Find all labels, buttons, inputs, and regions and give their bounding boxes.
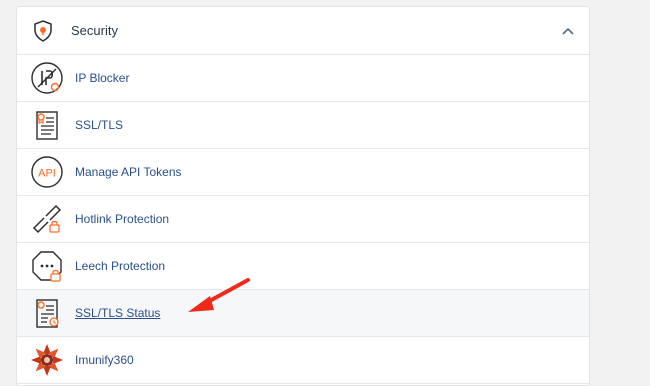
item-label: Imunify360 (75, 353, 134, 367)
hotlink-icon (29, 201, 65, 237)
security-panel: Security IP Blocker SSL/TLS API Manage A… (16, 6, 590, 386)
annotation-arrow-icon (188, 278, 250, 312)
item-label: Hotlink Protection (75, 212, 170, 226)
item-manage-api-tokens[interactable]: API Manage API Tokens (17, 149, 589, 196)
item-ssl-tls-status[interactable]: SSL/TLS Status (17, 290, 589, 337)
item-ip-blocker[interactable]: IP Blocker (17, 55, 589, 102)
svg-text:API: API (38, 168, 56, 180)
api-icon: API (29, 154, 65, 190)
item-label: IP Blocker (75, 71, 130, 85)
item-leech-protection[interactable]: Leech Protection (17, 243, 589, 290)
certificate-icon (29, 107, 65, 143)
certificate-status-icon (29, 295, 65, 331)
ip-blocker-icon (29, 60, 65, 96)
item-label: SSL/TLS (75, 118, 124, 132)
item-ssl-tls[interactable]: SSL/TLS (17, 102, 589, 149)
item-label: SSL/TLS Status (75, 306, 161, 320)
section-header[interactable]: Security (17, 7, 589, 55)
imunify-icon (29, 342, 65, 378)
shield-icon (31, 19, 55, 43)
item-label: Manage API Tokens (75, 165, 182, 179)
section-title: Security (71, 23, 118, 38)
item-imunify360[interactable]: Imunify360 (17, 337, 589, 384)
item-hotlink-protection[interactable]: Hotlink Protection (17, 196, 589, 243)
leech-icon (29, 248, 65, 284)
item-label: Leech Protection (75, 259, 166, 273)
chevron-up-icon[interactable] (561, 24, 575, 38)
